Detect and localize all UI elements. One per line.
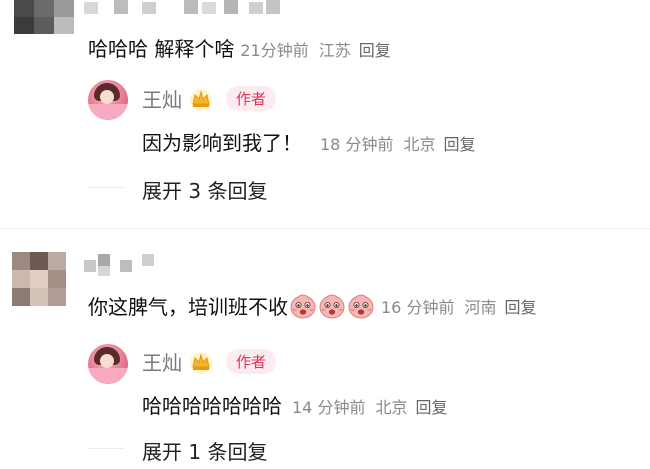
author-name[interactable]: 王灿 [142,347,182,376]
author-name[interactable]: 王灿 [142,84,182,113]
reply-row: 哈哈哈哈哈哈哈 14 分钟前 北京 回复 [142,390,447,419]
face-emoji-icon [348,294,374,318]
comment-text: 你这脾气，培训班不收 [88,295,288,319]
section-divider [0,228,650,229]
reply-button[interactable]: 回复 [359,41,391,60]
expand-replies-link[interactable]: 展开 1 条回复 [142,436,267,465]
divider [88,448,124,449]
author-badge: 作者 [226,86,277,111]
author-header: 王灿 作者 [142,84,277,113]
comment-row: 哈哈哈 解释个啥 21分钟前 江苏 回复 [88,33,391,62]
author-avatar[interactable] [88,80,128,120]
author-avatar[interactable] [88,344,128,384]
reply-location: 北京 [403,135,436,154]
emoji-group [288,292,375,320]
reply-text: 哈哈哈哈哈哈哈 [142,394,282,418]
face-emoji-icon [290,294,316,318]
reply-time: 18 分钟前 [320,135,394,154]
reply-button[interactable]: 回复 [443,135,475,154]
commenter-avatar-mosaic[interactable] [14,0,74,34]
reply-time: 14 分钟前 [292,398,366,417]
commenter-avatar-mosaic[interactable] [12,252,66,306]
comment-time: 21分钟前 [240,41,309,60]
reply-row: 因为影响到我了！ 18 分钟前 北京 回复 [142,127,475,156]
expand-replies-link[interactable]: 展开 3 条回复 [142,175,267,204]
reply-location: 北京 [375,398,408,417]
comment-location: 河南 [464,297,497,317]
crown-icon [190,351,212,374]
commenter-name-mosaic[interactable] [84,254,164,276]
reply-button[interactable]: 回复 [415,398,447,417]
comment-row: 你这脾气，培训班不收 16 分钟前 河南 回复 [88,291,536,320]
comment-location: 江苏 [318,41,351,60]
author-header: 王灿 作者 [142,347,277,376]
divider [88,187,124,188]
comment-text: 哈哈哈 解释个啥 [88,37,235,61]
reply-text: 因为影响到我了！ [142,131,302,155]
crown-icon [190,88,212,111]
comment-time: 16 分钟前 [381,297,455,317]
commenter-name-mosaic[interactable] [84,0,284,16]
reply-button[interactable]: 回复 [504,294,536,318]
author-badge: 作者 [226,349,277,374]
face-emoji-icon [319,294,345,318]
